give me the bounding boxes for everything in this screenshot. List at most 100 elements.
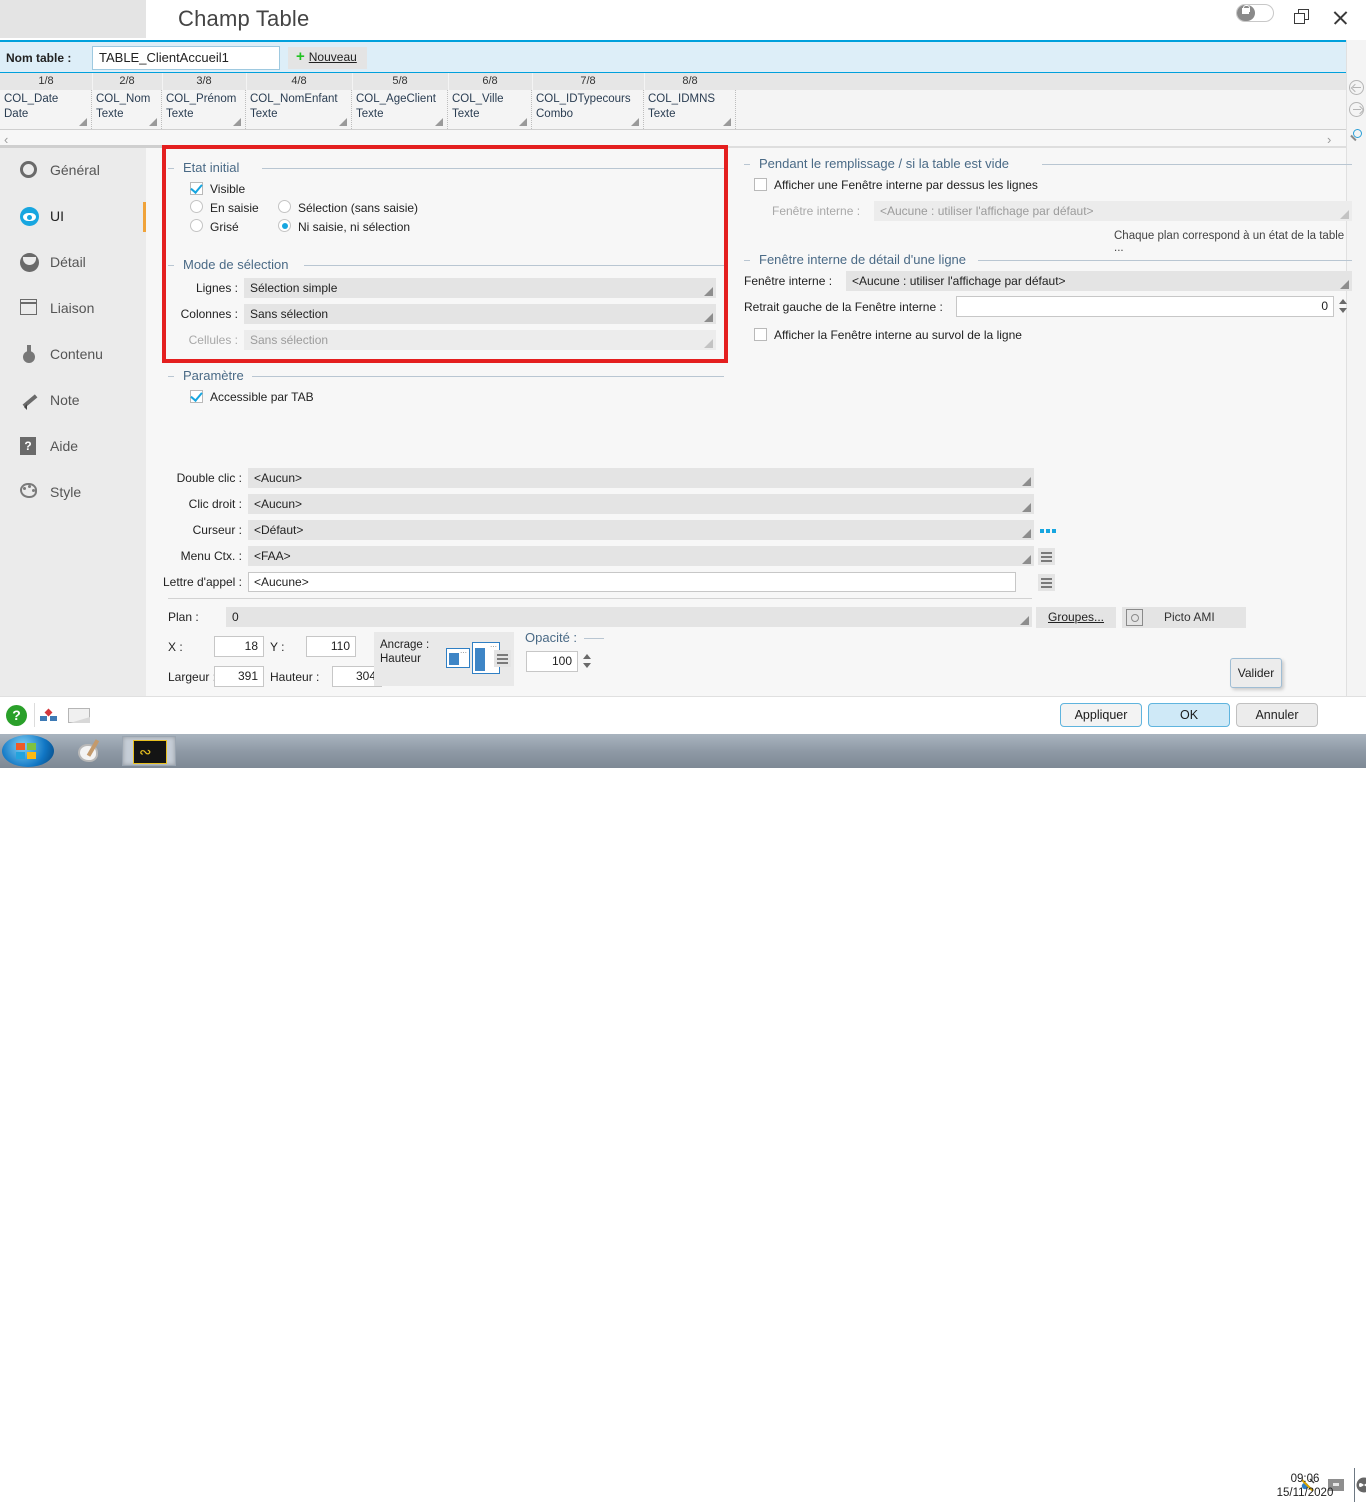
chevron-down-icon[interactable] [519, 118, 527, 126]
chevron-down-icon[interactable] [79, 118, 87, 126]
plan-combo[interactable]: 0 [226, 607, 1032, 627]
start-button[interactable] [2, 735, 54, 767]
survol-checkbox[interactable] [754, 328, 767, 341]
retrait-label: Retrait gauche de la Fenêtre interne : [744, 300, 943, 314]
sidebar-item-ui[interactable]: UI [0, 194, 146, 240]
menu-icon[interactable] [1038, 548, 1055, 565]
chevron-down-icon[interactable] [435, 118, 443, 126]
valider-button[interactable]: Valider [1230, 658, 1282, 688]
column-type: Combo [536, 107, 643, 122]
column-number: 6/8 [448, 75, 532, 87]
remplissage-fieldset: Pendant le remplissage / si la table est… [744, 164, 1352, 262]
clock-time: 09:06 [1262, 1472, 1348, 1486]
title-left-block [0, 0, 146, 38]
event-value: <FAA> [254, 549, 291, 563]
ancrage-preview-small[interactable]: ⋯ [446, 648, 470, 668]
column-header[interactable]: COL_PrénomTexte [162, 90, 246, 129]
mode-selection-legend: Mode de sélection [178, 257, 294, 272]
colonnes-combo-value: Sans sélection [250, 307, 328, 321]
ni-saisie-ni-selection-radio[interactable] [278, 219, 291, 232]
event-combo[interactable]: <Défaut> [248, 520, 1034, 540]
back-icon[interactable] [1349, 80, 1365, 96]
column-header[interactable]: COL_NomTexte [92, 90, 162, 129]
chevron-down-icon[interactable] [631, 118, 639, 126]
sidebar-item-contenu[interactable]: Contenu [0, 332, 146, 378]
largeur-input[interactable]: 391 [214, 666, 264, 687]
detail-fenetre-label: Fenêtre interne : [744, 274, 832, 288]
note-icon[interactable] [68, 708, 90, 723]
appliquer-button[interactable]: Appliquer [1060, 703, 1142, 727]
event-combo[interactable]: <Aucun> [248, 494, 1034, 514]
chevron-down-icon[interactable] [233, 118, 241, 126]
chevron-down-icon[interactable] [149, 118, 157, 126]
ancrage-widget[interactable]: Ancrage : Hauteur ⋯ ⋯ [374, 632, 514, 686]
column-header[interactable]: COL_IDMNSTexte [644, 90, 736, 129]
column-header[interactable]: COL_VilleTexte [448, 90, 532, 129]
eye-icon [20, 207, 40, 227]
lock-toggle[interactable] [1236, 4, 1274, 22]
en-saisie-radio[interactable] [190, 200, 203, 213]
lignes-label: Lignes : [168, 281, 238, 295]
horizontal-scrollbar[interactable]: ‹ › [0, 130, 1346, 148]
taskbar-clock[interactable]: 09:06 15/11/2020 [1262, 1472, 1348, 1500]
opacite-label: Opacité : [520, 630, 582, 645]
etat-initial-fieldset: Etat initial Visible En saisie Sélection… [168, 168, 724, 248]
close-icon[interactable] [1330, 8, 1350, 28]
accessible-tab-checkbox[interactable] [190, 390, 203, 403]
more-options-icon[interactable] [1040, 529, 1058, 534]
colonnes-combo[interactable]: Sans sélection [244, 304, 716, 324]
selection-sans-saisie-radio[interactable] [278, 200, 291, 213]
chevron-down-icon[interactable] [339, 118, 347, 126]
annuler-button[interactable]: Annuler [1236, 703, 1318, 727]
retrait-stepper[interactable] [1336, 296, 1349, 317]
event-value: <Aucune> [254, 575, 309, 589]
forward-icon[interactable] [1349, 102, 1365, 118]
sidebar-item-note[interactable]: Note [0, 378, 146, 424]
opacite-input[interactable]: 100 [526, 651, 578, 672]
retrait-input[interactable]: 0 [956, 296, 1334, 317]
picto-ami-button[interactable]: Picto AMI [1122, 607, 1246, 628]
column-header[interactable]: COL_DateDate [0, 90, 92, 129]
sidebar-item-gnral[interactable]: Général [0, 148, 146, 194]
help-icon[interactable]: ? [6, 705, 27, 726]
chevron-down-icon [1022, 529, 1031, 538]
table-name-input[interactable]: TABLE_ClientAccueil1 [92, 46, 280, 70]
diagram-icon[interactable] [40, 709, 58, 721]
restore-icon[interactable] [1294, 9, 1312, 27]
ok-button[interactable]: OK [1148, 703, 1230, 727]
column-header[interactable]: COL_IDTypecoursCombo [532, 90, 644, 129]
visible-checkbox[interactable] [190, 182, 203, 195]
show-desktop-button[interactable] [1354, 1468, 1366, 1502]
sidebar-item-liaison[interactable]: Liaison [0, 286, 146, 332]
ancrage-menu-icon[interactable] [494, 650, 511, 667]
detail-icon [20, 253, 40, 273]
grise-radio[interactable] [190, 219, 203, 232]
column-separator [246, 73, 247, 90]
opacite-stepper[interactable] [580, 651, 593, 672]
scroll-right-icon[interactable]: › [1327, 132, 1331, 147]
afficher-fenetre-interne-checkbox[interactable] [754, 178, 767, 191]
chevron-down-icon[interactable] [723, 118, 731, 126]
search-icon[interactable] [1349, 128, 1365, 144]
sidebar-item-aide[interactable]: ?Aide [0, 424, 146, 470]
event-combo[interactable]: <FAA> [248, 546, 1034, 566]
detail-fenetre-combo[interactable]: <Aucune : utiliser l'affichage par défau… [846, 271, 1352, 291]
column-header[interactable]: COL_AgeClientTexte [352, 90, 448, 129]
column-number: 1/8 [0, 75, 92, 87]
column-header[interactable]: COL_NomEnfantTexte [246, 90, 352, 129]
lignes-combo[interactable]: Sélection simple [244, 278, 716, 298]
sidebar-item-style[interactable]: Style [0, 470, 146, 516]
y-input[interactable]: 110 [306, 636, 356, 657]
sidebar-item-dtail[interactable]: Détail [0, 240, 146, 286]
event-value: <Aucun> [254, 471, 302, 485]
x-input[interactable]: 18 [214, 636, 264, 657]
new-button[interactable]: +Nouveau [288, 47, 367, 69]
menu-icon[interactable] [1038, 574, 1055, 591]
event-input[interactable]: <Aucune> [248, 572, 1016, 592]
column-type: Texte [648, 107, 735, 122]
groupes-button[interactable]: Groupes... [1036, 607, 1116, 628]
taskbar-windev-app[interactable]: ∾ [122, 736, 176, 766]
etat-initial-legend: Etat initial [178, 160, 244, 175]
event-combo[interactable]: <Aucun> [248, 468, 1034, 488]
taskbar-paint-app[interactable] [64, 736, 118, 766]
